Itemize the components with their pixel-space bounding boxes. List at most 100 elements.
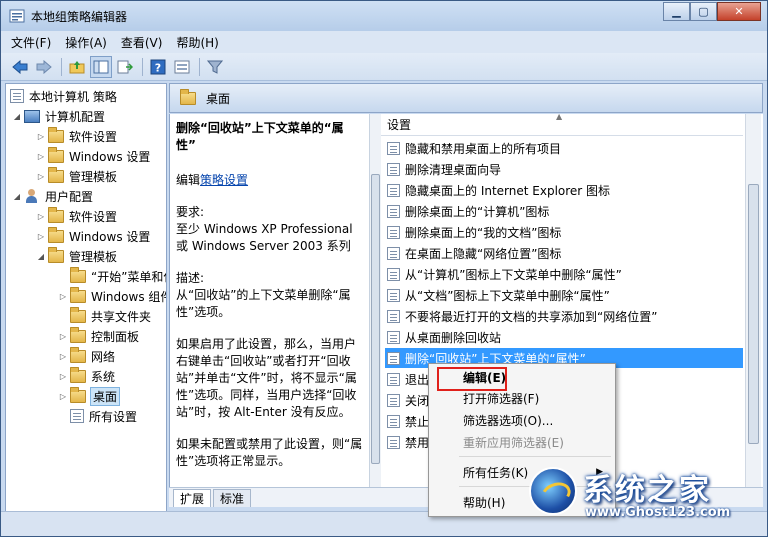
context-menu-label: 帮助(H) bbox=[463, 495, 506, 510]
tree-item-system[interactable]: ▷ 系统 bbox=[58, 366, 115, 386]
tree-item-user-software-settings[interactable]: ▷ 软件设置 bbox=[36, 206, 117, 226]
policy-document-icon bbox=[10, 89, 24, 103]
computer-icon bbox=[24, 109, 40, 123]
collapsed-arrow-icon[interactable]: ▷ bbox=[36, 172, 46, 181]
tree-item-network[interactable]: ▷ 网络 bbox=[58, 346, 115, 366]
scrollbar-thumb[interactable] bbox=[371, 174, 380, 464]
tree-item-control-panel[interactable]: ▷ 控制面板 bbox=[58, 326, 139, 346]
forward-button[interactable] bbox=[33, 56, 55, 78]
tree-item-root[interactable]: 本地计算机 策略 bbox=[10, 86, 117, 106]
policy-setting-icon bbox=[387, 162, 400, 176]
folder-icon bbox=[48, 246, 64, 263]
setting-row[interactable]: 删除桌面上的“我的文档”图标 bbox=[385, 222, 743, 242]
context-menu-open-filter[interactable]: 打开筛选器(F) bbox=[431, 388, 613, 408]
description-scrollbar[interactable] bbox=[369, 114, 381, 506]
tree-item-user-admin-templates[interactable]: ◢ 管理模板 bbox=[36, 246, 117, 266]
tree-item-user-config[interactable]: ◢ 用户配置 bbox=[12, 186, 93, 206]
tree-item-computer-windows-settings[interactable]: ▷ Windows 设置 bbox=[36, 146, 150, 166]
policy-setting-icon bbox=[387, 225, 400, 239]
watermark-logo bbox=[529, 467, 577, 515]
enabled-text: 如果启用了此设置，那么，当用户右键单击“回收站”或者打开“回收站”并单击“文件”… bbox=[176, 337, 357, 419]
properties-icon bbox=[174, 60, 190, 73]
folder-icon bbox=[70, 346, 86, 363]
tree-item-desktop[interactable]: ▷ 桌面 bbox=[58, 386, 121, 406]
collapsed-arrow-icon[interactable]: ▷ bbox=[36, 132, 46, 141]
title-bar[interactable]: 本地组策略编辑器 ▁ ▢ ✕ bbox=[1, 1, 767, 31]
expanded-arrow-icon[interactable]: ◢ bbox=[12, 112, 22, 121]
menu-action[interactable]: 操作(A) bbox=[65, 34, 107, 51]
tree-item-all-settings[interactable]: 所有设置 bbox=[70, 406, 137, 426]
policy-setting-icon bbox=[387, 309, 400, 323]
expanded-arrow-icon[interactable]: ◢ bbox=[36, 252, 46, 261]
tree-item-label: Windows 设置 bbox=[69, 149, 151, 164]
setting-label: 在桌面上隐藏“网络位置”图标 bbox=[405, 246, 562, 261]
tree-item-label: 软件设置 bbox=[69, 129, 118, 144]
collapsed-arrow-icon[interactable]: ▷ bbox=[58, 392, 68, 401]
folder-icon bbox=[48, 206, 64, 223]
collapsed-arrow-icon[interactable]: ▷ bbox=[58, 292, 68, 301]
setting-row[interactable]: 从“计算机”图标上下文菜单中删除“属性” bbox=[385, 264, 743, 284]
requirements-text: 至少 Windows XP Professional 或 Windows Ser… bbox=[176, 222, 353, 253]
tree-item-computer-admin-templates[interactable]: ▷ 管理模板 bbox=[36, 166, 117, 186]
folder-icon bbox=[70, 266, 86, 283]
column-header-label: 设置 bbox=[387, 118, 412, 132]
collapsed-arrow-icon[interactable]: ▷ bbox=[58, 352, 68, 361]
minimize-button[interactable]: ▁ bbox=[663, 2, 690, 21]
export-list-button[interactable] bbox=[114, 56, 136, 78]
maximize-button[interactable]: ▢ bbox=[690, 2, 717, 21]
menu-help[interactable]: 帮助(H) bbox=[176, 34, 218, 51]
folder-icon bbox=[70, 306, 86, 323]
help-button[interactable]: ? bbox=[147, 56, 169, 78]
filter-button[interactable] bbox=[204, 56, 226, 78]
settings-scrollbar[interactable] bbox=[745, 114, 761, 506]
setting-row[interactable]: 从“文档”图标上下文菜单中删除“属性” bbox=[385, 285, 743, 305]
collapsed-arrow-icon[interactable]: ▷ bbox=[58, 372, 68, 381]
collapsed-arrow-icon[interactable]: ▷ bbox=[58, 332, 68, 341]
close-button[interactable]: ✕ bbox=[717, 2, 761, 21]
tree-item-shared-folders[interactable]: 共享文件夹 bbox=[70, 306, 151, 326]
tree-item-computer-software-settings[interactable]: ▷ 软件设置 bbox=[36, 126, 117, 146]
setting-row[interactable]: 不要将最近打开的文档的共享添加到“网络位置” bbox=[385, 306, 743, 326]
expanded-arrow-icon[interactable]: ◢ bbox=[12, 192, 22, 201]
setting-row[interactable]: 从桌面删除回收站 bbox=[385, 327, 743, 347]
setting-row[interactable]: 隐藏桌面上的 Internet Explorer 图标 bbox=[385, 180, 743, 200]
policy-title: 删除“回收站”上下文菜单的“属性” bbox=[176, 121, 344, 152]
properties-button[interactable] bbox=[171, 56, 193, 78]
collapsed-arrow-icon[interactable]: ▷ bbox=[36, 232, 46, 241]
setting-row[interactable]: 删除清理桌面向导 bbox=[385, 159, 743, 179]
context-menu-label: 所有任务(K) bbox=[463, 465, 529, 480]
folder-icon bbox=[70, 326, 86, 343]
policy-setting-icon bbox=[387, 330, 400, 344]
setting-row[interactable]: 删除桌面上的“计算机”图标 bbox=[385, 201, 743, 221]
tab-standard[interactable]: 标准 bbox=[213, 489, 252, 507]
tree-item-start-menu[interactable]: “开始”菜单和任务栏 bbox=[70, 266, 166, 286]
policy-setting-icon bbox=[387, 393, 400, 407]
settings-column-header[interactable]: 设置 ▲ bbox=[381, 114, 743, 136]
setting-label: 隐藏桌面上的 Internet Explorer 图标 bbox=[405, 183, 611, 198]
description-label: 描述: bbox=[176, 271, 205, 285]
tab-extended[interactable]: 扩展 bbox=[173, 489, 212, 507]
setting-label: 从“计算机”图标上下文菜单中删除“属性” bbox=[405, 267, 622, 282]
tree-item-label: 管理模板 bbox=[69, 249, 118, 264]
description-text: 从“回收站”的上下文菜单删除“属性”选项。 bbox=[176, 288, 351, 319]
back-arrow-icon bbox=[12, 59, 28, 74]
menu-file[interactable]: 文件(F) bbox=[11, 34, 51, 51]
policy-setting-icon bbox=[387, 246, 400, 260]
scrollbar-thumb[interactable] bbox=[748, 184, 759, 444]
up-level-button[interactable] bbox=[66, 56, 88, 78]
toolbar-separator bbox=[61, 57, 62, 76]
collapsed-arrow-icon[interactable]: ▷ bbox=[36, 212, 46, 221]
tree-item-windows-components[interactable]: ▷ Windows 组件 bbox=[58, 286, 167, 306]
context-menu-filter-options[interactable]: 筛选器选项(O)... bbox=[431, 410, 613, 430]
tree-item-user-windows-settings[interactable]: ▷ Windows 设置 bbox=[36, 226, 150, 246]
setting-row[interactable]: 隐藏和禁用桌面上的所有项目 bbox=[385, 138, 743, 158]
tree-item-computer-config[interactable]: ◢ 计算机配置 bbox=[12, 106, 105, 126]
tree-item-label: 桌面 bbox=[89, 386, 121, 406]
menu-view[interactable]: 查看(V) bbox=[121, 34, 163, 51]
setting-row[interactable]: 在桌面上隐藏“网络位置”图标 bbox=[385, 243, 743, 263]
edit-policy-link[interactable]: 策略设置 bbox=[200, 173, 248, 187]
back-button[interactable] bbox=[9, 56, 31, 78]
collapsed-arrow-icon[interactable]: ▷ bbox=[36, 152, 46, 161]
tree-item-label: Windows 组件 bbox=[91, 289, 167, 304]
show-hide-tree-button[interactable] bbox=[90, 55, 112, 78]
